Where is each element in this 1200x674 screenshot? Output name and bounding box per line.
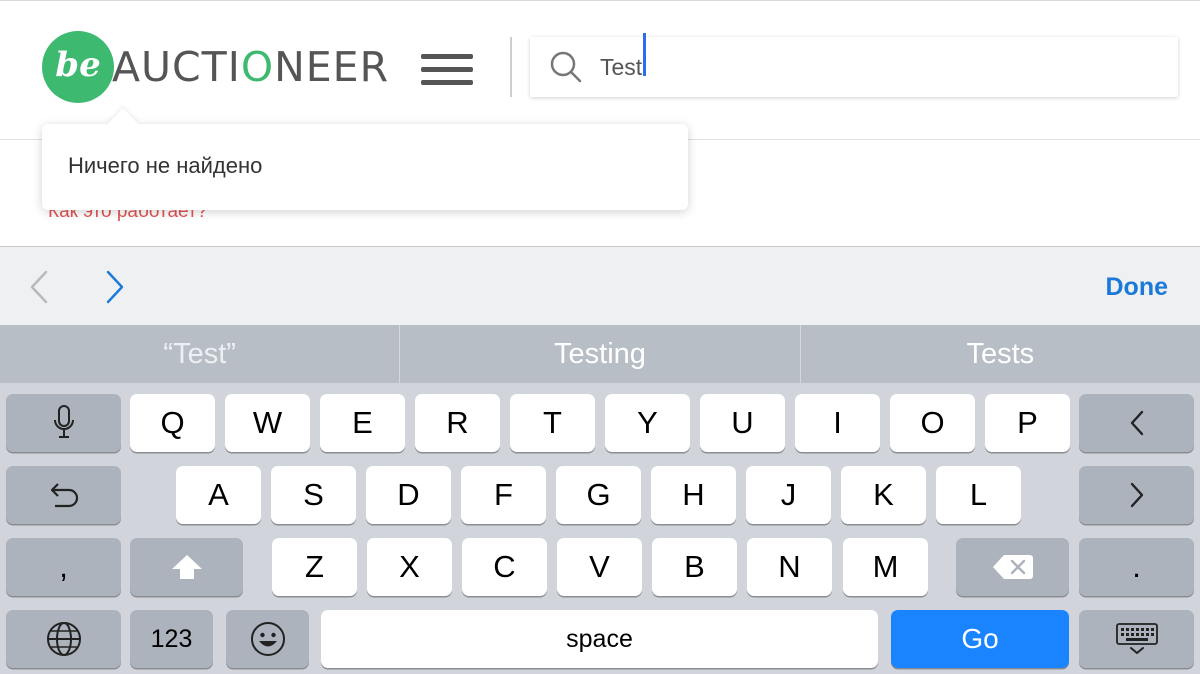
logo-wordmark[interactable]: AUCTIONEER [112, 39, 389, 95]
key-e[interactable]: E [320, 394, 405, 452]
key-r[interactable]: R [415, 394, 500, 452]
key-l[interactable]: L [936, 466, 1021, 524]
key-c[interactable]: C [462, 538, 547, 596]
logo-word-part: NEER [274, 43, 390, 91]
keyboard-accessory-bar: Done [0, 246, 1200, 325]
key-y[interactable]: Y [605, 394, 690, 452]
key-x[interactable]: X [367, 538, 452, 596]
search-icon [550, 51, 582, 83]
key-f[interactable]: F [461, 466, 546, 524]
key-z[interactable]: Z [272, 538, 357, 596]
predictive-suggestions-bar: “Test” Testing Tests [0, 325, 1200, 383]
hamburger-icon[interactable] [421, 54, 473, 86]
cursor-right-icon[interactable] [1079, 466, 1194, 524]
key-v[interactable]: V [557, 538, 642, 596]
key-i[interactable]: I [795, 394, 880, 452]
key-m[interactable]: M [843, 538, 928, 596]
site-header: be AUCTIONEER Test [0, 0, 1200, 140]
logo-word-part: O [240, 43, 275, 91]
key-j[interactable]: J [746, 466, 831, 524]
shift-icon[interactable] [130, 538, 243, 596]
key-d[interactable]: D [366, 466, 451, 524]
key-k[interactable]: K [841, 466, 926, 524]
key-q[interactable]: Q [130, 394, 215, 452]
key-period[interactable]: . [1079, 538, 1194, 596]
key-g[interactable]: G [556, 466, 641, 524]
search-value-text: Test [600, 54, 643, 80]
key-o[interactable]: O [890, 394, 975, 452]
key-a[interactable]: A [176, 466, 261, 524]
search-results-popup: Ничего не найдено [42, 108, 688, 210]
logo-mark[interactable]: be [42, 31, 114, 103]
numbers-key[interactable]: 123 [130, 610, 213, 668]
key-n[interactable]: N [747, 538, 832, 596]
done-button[interactable]: Done [1106, 273, 1169, 302]
onscreen-keyboard: Q W E R T Y U I O P A S D F G H J K L , … [0, 383, 1200, 674]
key-s[interactable]: S [271, 466, 356, 524]
chevron-right-icon[interactable] [100, 269, 130, 305]
key-b[interactable]: B [652, 538, 737, 596]
key-p[interactable]: P [985, 394, 1070, 452]
key-w[interactable]: W [225, 394, 310, 452]
microphone-icon[interactable] [6, 394, 121, 452]
keyboard-dismiss-icon[interactable] [1079, 610, 1194, 668]
space-key[interactable]: space [321, 610, 878, 668]
suggestion-item[interactable]: Tests [799, 325, 1200, 383]
key-u[interactable]: U [700, 394, 785, 452]
backspace-icon[interactable] [956, 538, 1069, 596]
cursor-left-icon[interactable] [1079, 394, 1194, 452]
logo-word-part: AUCTI [112, 43, 241, 91]
suggestion-item[interactable]: “Test” [0, 325, 399, 383]
logo-mark-text: be [55, 45, 101, 85]
text-caret [643, 33, 647, 77]
undo-icon[interactable] [6, 466, 121, 524]
chevron-left-icon[interactable] [26, 269, 56, 305]
key-h[interactable]: H [651, 466, 736, 524]
emoji-icon[interactable] [226, 610, 309, 668]
search-input[interactable]: Test [530, 33, 1178, 97]
key-comma[interactable]: , [6, 538, 121, 596]
go-button[interactable]: Go [891, 610, 1069, 668]
no-results-message: Ничего не найдено [68, 153, 263, 178]
search-input-value[interactable]: Test [600, 33, 647, 81]
header-divider [510, 37, 512, 97]
globe-icon[interactable] [6, 610, 121, 668]
suggestion-item[interactable]: Testing [399, 325, 799, 383]
key-t[interactable]: T [510, 394, 595, 452]
